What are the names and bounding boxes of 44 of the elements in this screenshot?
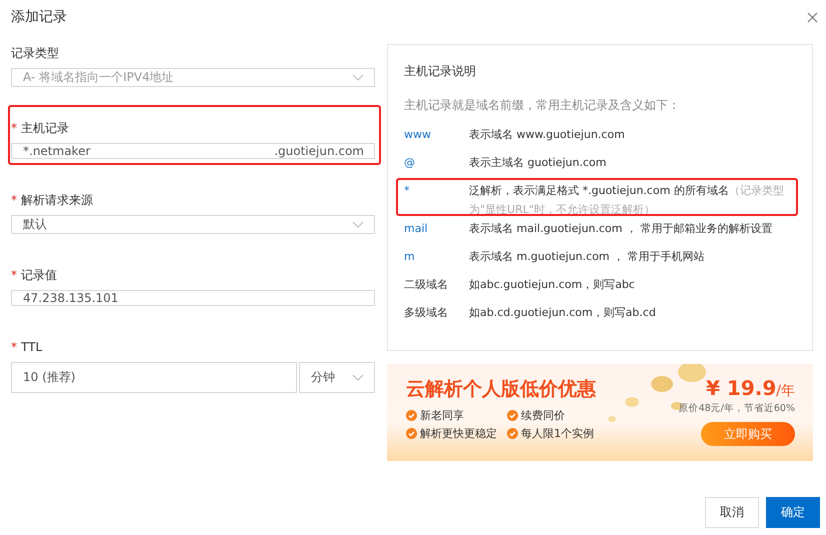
record-key: @	[404, 153, 469, 172]
check-icon	[507, 410, 518, 421]
record-description: 表示主域名 guotiejun.com	[469, 155, 608, 171]
chevron-down-icon	[352, 74, 364, 81]
record-description: 如ab.cd.guotiejun.com，则写ab.cd	[469, 305, 657, 321]
feature-text: 解析更快更稳定	[420, 426, 497, 441]
field-label: 记录类型	[11, 45, 60, 62]
field-label: * 解析请求来源	[11, 192, 94, 209]
record-description: 表示域名 www.guotiejun.com	[469, 127, 626, 143]
record-key: 二级域名	[404, 275, 469, 294]
select-field[interactable]: 默认	[11, 215, 375, 234]
field-label: * 主机记录	[11, 120, 70, 137]
feature-text: 每人限1个实例	[521, 426, 594, 441]
close-icon[interactable]	[807, 12, 818, 22]
chevron-down-icon	[352, 374, 364, 381]
confirm-button[interactable]: 确定	[766, 497, 820, 528]
chevron-down-icon	[352, 221, 364, 228]
record-key: mail	[404, 219, 469, 238]
field-label: * 记录值	[11, 267, 58, 284]
check-icon	[507, 428, 518, 439]
record-key: www	[404, 125, 469, 144]
input-field[interactable]: 47.238.135.101	[11, 290, 375, 306]
record-description: 如abc.guotiejun.com，则写abc	[469, 277, 636, 293]
record-description: 表示域名 m.guotiejun.com ， 常用于手机网站	[469, 249, 706, 265]
intro-text: 主机记录就是域名前缀，常用主机记录及含义如下：	[404, 97, 681, 114]
record-key: 多级域名	[404, 303, 469, 322]
original-price: 原价48元/年，节省近60%	[678, 402, 795, 415]
panel-title: 主机记录说明	[404, 63, 477, 80]
unit-select[interactable]: 分钟	[299, 362, 375, 393]
input-field[interactable]: 10 (推荐)	[11, 362, 297, 393]
input-field[interactable]: *.netmaker .guotiejun.com	[11, 143, 375, 159]
dialog-title: 添加记录	[11, 8, 67, 26]
price-text: ¥ 19.9/年	[706, 376, 795, 400]
check-icon	[406, 428, 417, 439]
promo-banner[interactable]: 云解析个人版低价优惠 新老同享 续费同价 解析更快更稳定 每人限1个实例 ¥ 19.9/年 原价48元/年，节省近60% 立即购买	[387, 364, 813, 461]
record-key: m	[404, 247, 469, 266]
field-label: * TTL	[11, 339, 44, 356]
feature-text: 新老同享	[420, 408, 464, 423]
record-key: *	[404, 181, 469, 200]
feature-text: 续费同价	[521, 408, 565, 423]
record-description: 表示域名 mail.guotiejun.com ， 常用于邮箱业务的解析设置	[469, 221, 774, 237]
cancel-button[interactable]: 取消	[705, 497, 759, 528]
check-icon	[406, 410, 417, 421]
banner-headline: 云解析个人版低价优惠	[406, 377, 596, 402]
